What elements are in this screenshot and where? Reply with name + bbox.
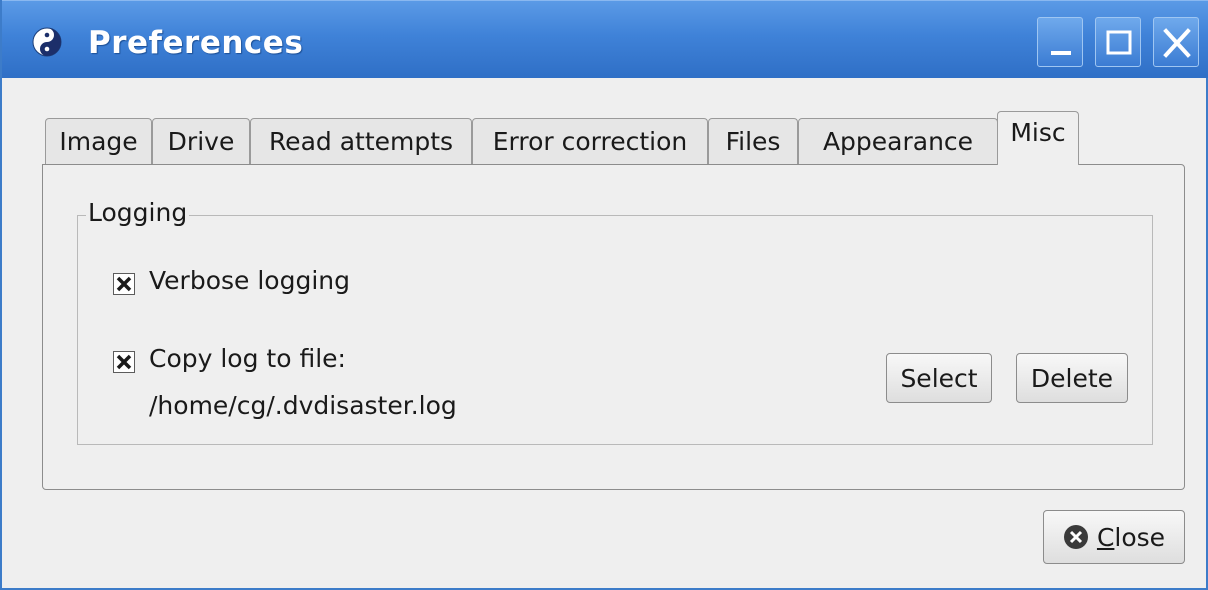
close-button[interactable]: Close (1043, 510, 1185, 564)
check-x-icon (116, 354, 132, 370)
maximize-button[interactable] (1095, 17, 1141, 67)
tab-label: Appearance (822, 127, 974, 156)
misc-tab-panel: Logging Verbose logging Copy log to file… (42, 164, 1185, 490)
window-title: Preferences (88, 25, 304, 61)
logging-group-label: Logging (86, 198, 190, 227)
verbose-logging-checkbox[interactable] (113, 273, 135, 295)
close-x-icon (1163, 28, 1191, 58)
tab-files[interactable]: Files (708, 118, 798, 164)
tab-image[interactable]: Image (45, 118, 152, 164)
dialog-content: Image Drive Read attempts Error correcti… (2, 78, 1208, 588)
preferences-window: Preferences Image Drive Read attempts Er… (0, 0, 1208, 590)
yin-yang-icon (32, 27, 62, 57)
tab-drive[interactable]: Drive (152, 118, 250, 164)
title-bar[interactable]: Preferences (2, 0, 1208, 78)
minimize-icon (1051, 51, 1071, 55)
tab-error-correction[interactable]: Error correction (472, 118, 708, 164)
tab-label: Drive (167, 127, 235, 156)
logging-group: Logging Verbose logging Copy log to file… (77, 198, 1153, 445)
close-mnemonic: C (1096, 522, 1115, 552)
tab-label: Error correction (492, 127, 688, 156)
close-label-rest: lose (1114, 522, 1166, 552)
select-log-button[interactable]: Select (886, 353, 992, 403)
check-x-icon (116, 276, 132, 292)
minimize-button[interactable] (1037, 17, 1083, 67)
delete-log-button[interactable]: Delete (1016, 353, 1128, 403)
close-window-button[interactable] (1153, 17, 1199, 67)
tab-label: Image (59, 127, 138, 156)
tab-label: Files (725, 127, 781, 156)
tab-label: Misc (1010, 118, 1066, 147)
close-circle-icon (1063, 525, 1088, 549)
tab-misc[interactable]: Misc (997, 111, 1079, 165)
verbose-logging-label[interactable]: Verbose logging (149, 266, 350, 295)
maximize-icon (1106, 30, 1132, 55)
tab-read-attempts[interactable]: Read attempts (250, 118, 472, 164)
copy-log-checkbox[interactable] (113, 351, 135, 373)
log-file-path: /home/cg/.dvdisaster.log (149, 391, 457, 420)
close-button-label: Close (1097, 523, 1165, 552)
copy-log-label[interactable]: Copy log to file: (149, 344, 346, 373)
tab-label: Read attempts (268, 127, 454, 156)
tab-appearance[interactable]: Appearance (798, 118, 998, 164)
